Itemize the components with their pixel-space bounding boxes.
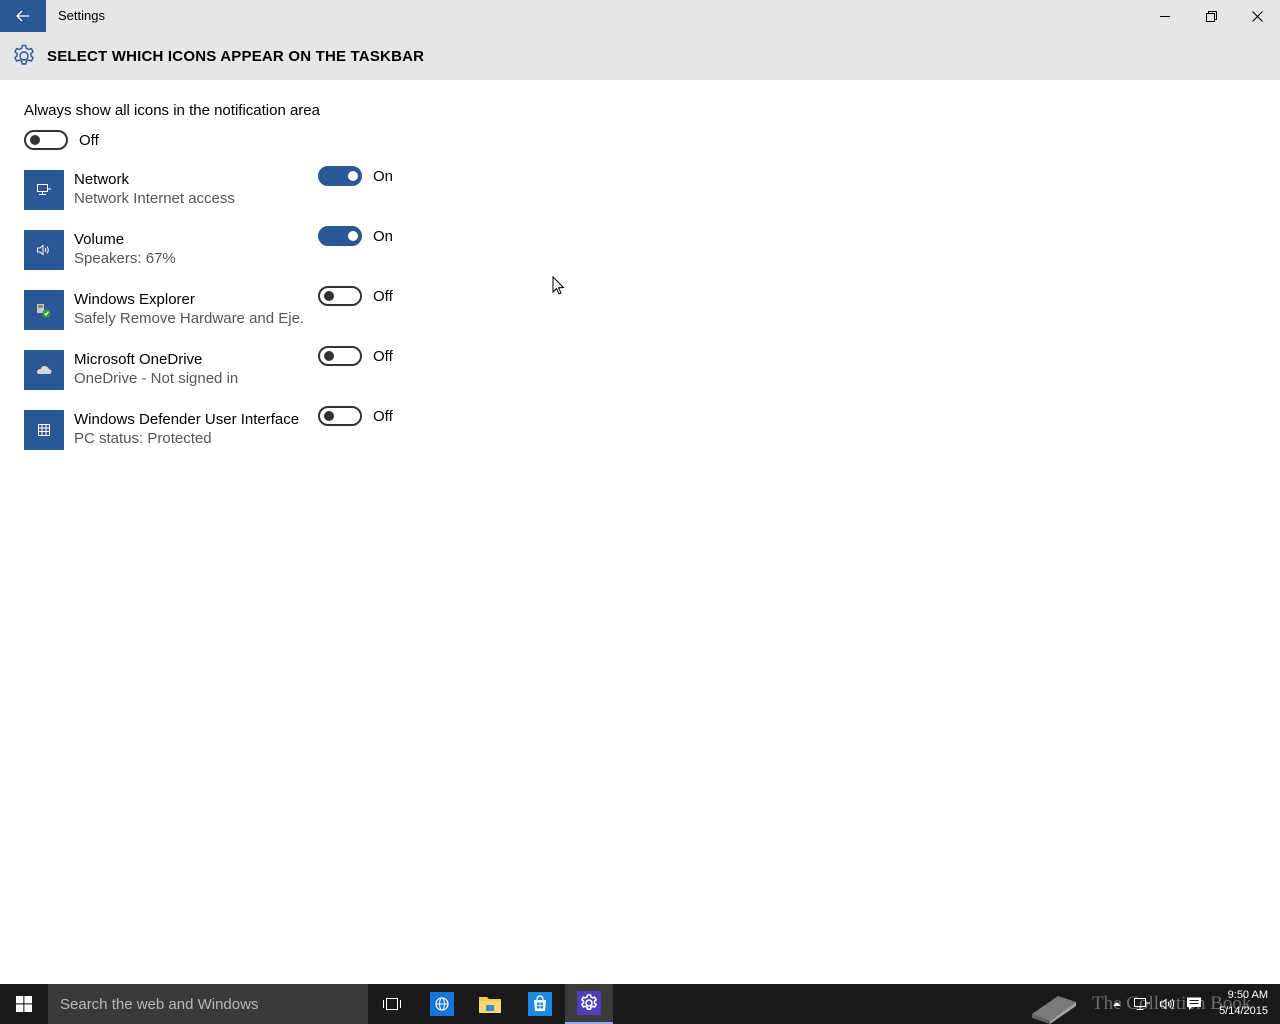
back-button[interactable] (0, 0, 46, 32)
show-hidden-icons-button[interactable] (1108, 984, 1126, 1024)
network-toggle[interactable] (318, 166, 362, 186)
windows-defender-icon (24, 410, 64, 450)
store-icon (528, 992, 552, 1016)
start-button[interactable] (0, 984, 48, 1024)
list-item-onedrive: Microsoft OneDrive OneDrive - Not signed… (24, 346, 424, 410)
toggle-knob (324, 291, 334, 301)
item-subtitle: Safely Remove Hardware and Eje... (74, 310, 304, 327)
taskbar-search-box[interactable]: Search the web and Windows (48, 984, 368, 1024)
item-name: Windows Defender User Interface (74, 411, 300, 428)
volume-icon (1160, 998, 1175, 1010)
onedrive-toggle[interactable] (318, 346, 362, 366)
restore-icon (1205, 10, 1217, 22)
task-view-button[interactable] (368, 984, 416, 1024)
toggle-knob (324, 351, 334, 361)
windows-logo-icon (16, 996, 32, 1012)
toggle-state: On (373, 167, 394, 185)
item-name: Network (74, 171, 130, 188)
action-center-button[interactable] (1182, 984, 1206, 1024)
onedrive-icon (24, 350, 64, 390)
chevron-up-icon (1113, 1002, 1121, 1006)
item-subtitle: PC status: Protected (74, 430, 212, 447)
tray-network-button[interactable] (1130, 984, 1154, 1024)
toggle-knob (348, 171, 358, 181)
always-show-state: Off (79, 131, 99, 149)
onedrive-toggle-row: Off (318, 346, 393, 366)
page-title: SELECT WHICH ICONS APPEAR ON THE TASKBAR (47, 48, 425, 65)
safely-remove-hardware-icon (24, 290, 64, 330)
network-toggle-row: On (318, 166, 393, 186)
toggle-state: Off (373, 347, 393, 365)
close-icon (1251, 10, 1263, 22)
browser-taskbar-button[interactable] (418, 984, 466, 1024)
list-item-windows-explorer: Windows Explorer Safely Remove Hardware … (24, 286, 424, 350)
restore-button[interactable] (1188, 0, 1234, 32)
item-name: Volume (74, 231, 125, 248)
volume-toggle-row: On (318, 226, 393, 246)
action-center-icon (1187, 997, 1201, 1010)
mouse-cursor-icon (552, 276, 565, 295)
always-show-toggle-row: Off (24, 130, 99, 150)
item-subtitle: OneDrive - Not signed in (74, 370, 239, 387)
always-show-toggle[interactable] (24, 130, 68, 150)
list-item-volume: Volume Speakers: 67% On (24, 226, 424, 290)
taskbar: Search the web and Windows The Collectio… (0, 984, 1280, 1024)
list-item-network: Network Network Internet access On (24, 166, 424, 230)
toggle-knob (324, 411, 334, 421)
clock-time: 9:50 AM (1227, 989, 1268, 1001)
toggle-state: On (373, 227, 394, 245)
item-subtitle: Network Internet access (74, 190, 235, 207)
file-explorer-taskbar-button[interactable] (466, 984, 514, 1024)
minimize-icon (1160, 16, 1170, 17)
volume-icon (24, 230, 64, 270)
page-header: SELECT WHICH ICONS APPEAR ON THE TASKBAR (0, 32, 1280, 80)
close-button[interactable] (1234, 0, 1280, 32)
minimize-button[interactable] (1142, 0, 1188, 32)
windows-defender-toggle[interactable] (318, 406, 362, 426)
gear-icon (14, 44, 34, 65)
item-name: Microsoft OneDrive (74, 351, 203, 368)
task-view-icon (383, 998, 401, 1010)
taskbar-icon-list: Network Network Internet access On Volum… (24, 166, 424, 470)
settings-taskbar-button[interactable] (565, 984, 613, 1024)
tray-volume-button[interactable] (1156, 984, 1180, 1024)
browser-icon (430, 992, 454, 1016)
list-item-windows-defender: Windows Defender User Interface PC statu… (24, 406, 424, 470)
settings-gear-icon (577, 991, 601, 1015)
book-logo-icon (1032, 996, 1076, 1024)
window-title: Settings (58, 8, 105, 23)
always-show-label: Always show all icons in the notificatio… (24, 102, 320, 119)
title-bar: Settings (0, 0, 1280, 32)
store-taskbar-button[interactable] (516, 984, 564, 1024)
item-name: Windows Explorer (74, 291, 195, 308)
network-icon (24, 170, 64, 210)
toggle-knob (30, 135, 40, 145)
network-icon (1134, 998, 1150, 1010)
toggle-knob (348, 231, 358, 241)
windows-explorer-toggle-row: Off (318, 286, 393, 306)
volume-toggle[interactable] (318, 226, 362, 246)
folder-icon (479, 997, 501, 1013)
windows-defender-toggle-row: Off (318, 406, 393, 426)
toggle-state: Off (373, 287, 393, 305)
item-subtitle: Speakers: 67% (74, 250, 176, 267)
windows-explorer-toggle[interactable] (318, 286, 362, 306)
back-arrow-icon (16, 10, 29, 22)
toggle-state: Off (373, 407, 393, 425)
taskbar-clock[interactable]: 9:50 AM 5/14/2015 (1206, 987, 1268, 1019)
search-placeholder: Search the web and Windows (60, 995, 259, 1013)
clock-date: 5/14/2015 (1219, 1005, 1268, 1017)
